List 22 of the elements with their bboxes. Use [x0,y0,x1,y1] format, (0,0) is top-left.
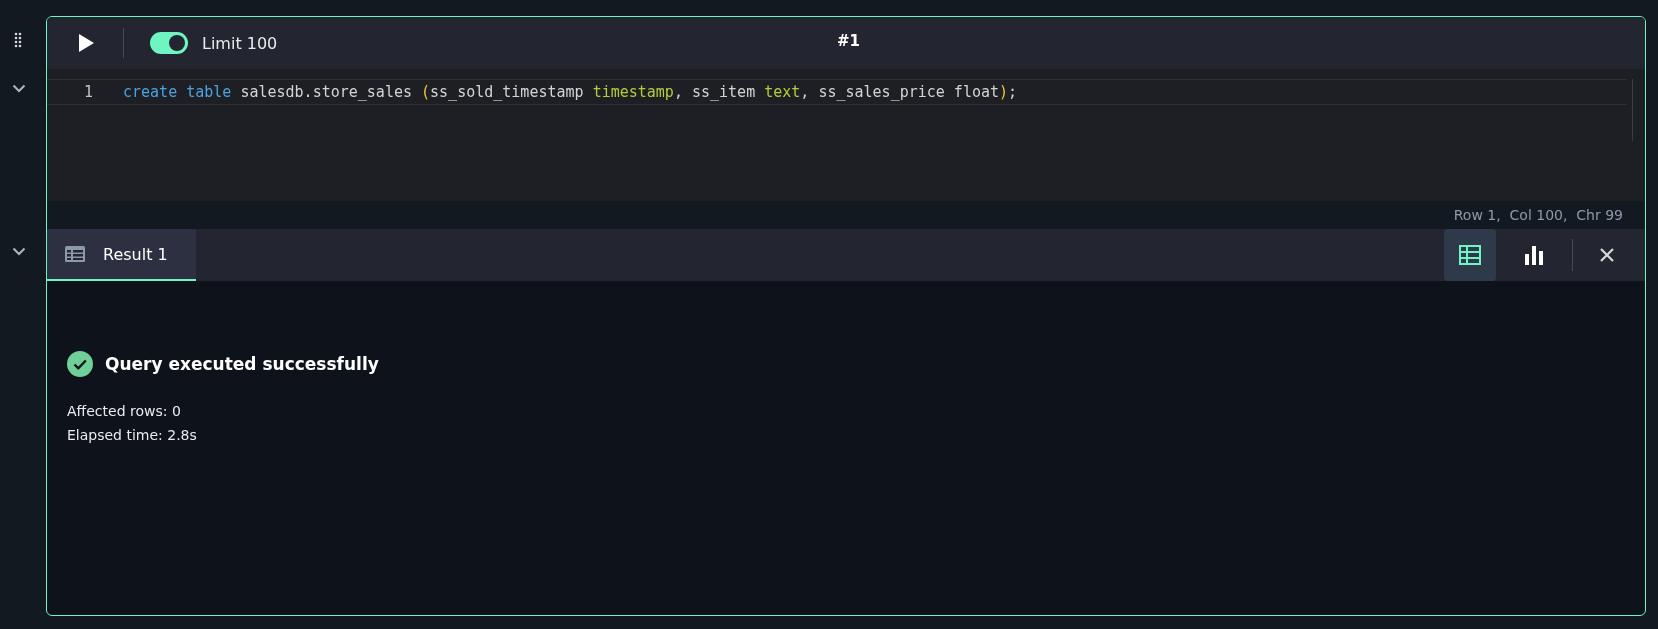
limit-toggle[interactable] [150,32,188,54]
result-tab[interactable]: Result 1 [47,229,196,281]
limit-label: Limit 100 [202,33,278,53]
code-line: create table salesdb.store_sales (ss_sold_timestamp timestamp, ss_item text, ss_sales_price float); [123,83,1018,101]
chevron-down-icon[interactable] [12,247,26,256]
table-icon [1459,245,1481,265]
cell-title: #1 [837,32,860,50]
code-editor[interactable]: 1 create table salesdb.store_sales (ss_sold_timestamp timestamp, ss_item text, ss_sales_price float); [47,69,1645,201]
result-detail: Affected rows: 0 [67,402,182,421]
play-icon [77,33,95,53]
drag-handle-icon[interactable] [14,32,22,48]
scrollbar [1632,79,1633,141]
table-icon [65,246,85,262]
table-view-button[interactable] [1444,229,1496,281]
status-message: Query executed successfully [105,354,379,374]
close-icon [1599,247,1615,263]
cursor-position: Row 1, Col 100, Chr 99 [1453,207,1623,223]
bar-chart-icon [1524,245,1544,265]
result-detail: Elapsed time: 2.8s [67,426,198,445]
line-number: 1 [82,83,94,101]
success-check-icon [67,351,93,377]
chevron-down-icon[interactable] [12,84,26,93]
